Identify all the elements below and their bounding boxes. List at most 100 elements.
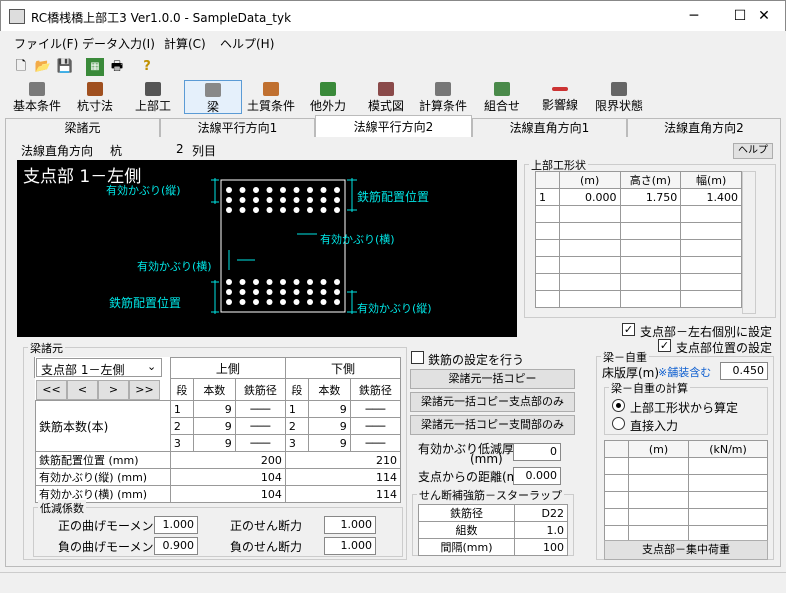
count-cell[interactable]: 9	[192, 400, 236, 418]
diameter-cell[interactable]: ───	[234, 417, 286, 435]
toolbar-label: 上部工	[134, 99, 171, 113]
toolbar-basic-conditions[interactable]: 基本条件	[10, 80, 64, 114]
rebar-table: 上側 下側 段本数 鉄筋径段本数 鉄筋径 鉄筋本数(本) 1 9 ─── 1 9 ─── 2 9 ──…	[35, 357, 402, 503]
neg-moment-input[interactable]: 0.900	[154, 537, 198, 555]
count-cell[interactable]: 9	[192, 417, 236, 435]
toolbar-combination[interactable]: 組合せ	[482, 80, 522, 114]
diameter-cell[interactable]: ───	[234, 400, 286, 418]
dan-cell: 2	[169, 417, 194, 435]
rebar-dot	[320, 187, 327, 193]
upper-shape-scrollbar[interactable]	[742, 171, 756, 314]
influence-line-icon	[552, 87, 568, 91]
position-setting-checkbox[interactable]: ✓	[658, 339, 671, 352]
neg-shear-input[interactable]: 1.000	[324, 537, 376, 555]
upper-shape-cell[interactable]: 1.750	[619, 188, 682, 206]
toolbar-label: 他外力	[309, 99, 346, 113]
count-cell[interactable]: 9	[192, 434, 236, 452]
shape-radio[interactable]	[612, 399, 625, 412]
menu-data-input[interactable]: データ入力(I)	[82, 35, 155, 52]
param-upper-value[interactable]: 104	[169, 485, 286, 503]
cover-reduction-input[interactable]: 0	[513, 443, 561, 461]
param-lower-value[interactable]: 210	[284, 451, 402, 469]
toolbar-external-force[interactable]: 他外力	[306, 80, 350, 114]
close-button[interactable]: ✕	[741, 1, 786, 31]
count-cell[interactable]: 9	[307, 400, 351, 418]
rebar-dot	[239, 299, 246, 305]
stirrup-label: 鉄筋径	[418, 504, 515, 522]
slab-thickness-input[interactable]: 0.450	[720, 362, 768, 380]
location-select-box[interactable]: 支点部 1－左側 ⌄	[36, 358, 162, 377]
pos-shear-input[interactable]: 1.000	[324, 516, 376, 534]
calc-conditions-icon	[435, 82, 451, 96]
upper-shape-cell[interactable]: 0.000	[558, 188, 621, 206]
help-button[interactable]: ヘルプ	[733, 143, 773, 159]
print-icon[interactable]: 🖶	[108, 58, 126, 76]
pos-moment-input[interactable]: 1.000	[154, 516, 198, 534]
diameter-cell[interactable]: ───	[349, 417, 402, 435]
rebar-dot	[307, 197, 313, 203]
stirrup-value[interactable]: 1.0	[514, 521, 568, 539]
toolbar-soil[interactable]: 土質条件	[244, 80, 298, 114]
toolbar-pile-size[interactable]: 杭寸法	[72, 80, 118, 114]
stirrup-value[interactable]: 100	[514, 538, 568, 556]
new-file-icon[interactable]: 🗋	[12, 58, 30, 76]
menu-help[interactable]: ヘルプ(H)	[220, 35, 274, 52]
rebar-dot	[293, 197, 300, 203]
nav-first-btn[interactable]: <<	[36, 380, 67, 400]
slab-label: 床版厚(m)	[602, 366, 660, 380]
upper-shape-cell[interactable]: 1.400	[680, 188, 742, 206]
menu-file[interactable]: ファイル(F)	[14, 35, 78, 52]
param-lower-value[interactable]: 114	[284, 468, 402, 486]
toolbar-superstructure[interactable]: 上部工	[132, 80, 174, 114]
toolbar-label: 計算条件	[418, 99, 467, 113]
soil-icon	[263, 82, 279, 96]
nav-next-btn[interactable]: >	[98, 380, 129, 400]
help-icon[interactable]: ?	[138, 58, 156, 76]
diameter-cell[interactable]: ───	[234, 434, 286, 452]
upper-shape-table[interactable]: (m) 高さ(m) 幅(m) 1 0.000 1.750 1.400	[535, 171, 742, 308]
copy-support-button[interactable]: 梁諸元一括コピー支点部のみ	[410, 392, 575, 412]
minimize-button[interactable]: ─	[671, 1, 717, 31]
tab-strip: 梁諸元 法線平行方向1 法線平行方向2 法線直角方向1 法線直角方向2	[0, 115, 786, 138]
rebar-setting-checkbox[interactable]	[411, 351, 424, 364]
menu-calc[interactable]: 計算(C)	[164, 35, 206, 52]
rebar-dot	[253, 207, 259, 213]
rebar-dot	[239, 289, 246, 295]
toolbar-calc-conditions[interactable]: 計算条件	[416, 80, 470, 114]
param-lower-value[interactable]: 114	[284, 485, 402, 503]
tab-perpendicular-2[interactable]: 法線直角方向2	[627, 118, 781, 138]
calc-icon[interactable]: ▦	[86, 58, 104, 76]
nav-last-btn[interactable]: >>	[129, 380, 160, 400]
rebar-dot	[334, 207, 340, 213]
copy-span-button[interactable]: 梁諸元一括コピー支間部のみ	[410, 415, 575, 435]
direct-radio[interactable]	[612, 417, 625, 430]
rebar-dot	[293, 289, 300, 295]
copy-all-button[interactable]: 梁諸元一括コピー	[410, 369, 575, 389]
lr-individual-checkbox[interactable]: ✓	[622, 323, 635, 336]
tab-perpendicular-1[interactable]: 法線直角方向1	[472, 118, 627, 138]
diameter-cell[interactable]: ───	[349, 434, 402, 452]
tab-beam-specs[interactable]: 梁諸元	[5, 118, 160, 138]
count-cell[interactable]: 9	[307, 417, 351, 435]
tab-parallel-1[interactable]: 法線平行方向1	[160, 118, 315, 138]
support-distance-input[interactable]: 0.000	[513, 467, 561, 485]
toolbar-limit-state[interactable]: 限界状態	[592, 80, 646, 114]
stirrup-label: 間隔(mm)	[418, 538, 515, 556]
rebar-dot	[293, 299, 300, 305]
toolbar-schematic[interactable]: 模式図	[364, 80, 408, 114]
param-upper-value[interactable]: 200	[169, 451, 286, 469]
open-folder-icon[interactable]: 📂	[34, 58, 52, 76]
toolbar-label: 限界状態	[594, 99, 643, 113]
diameter-cell[interactable]: ───	[349, 400, 402, 418]
save-icon[interactable]: 💾	[56, 58, 74, 76]
toolbar-beam[interactable]: 梁	[184, 80, 242, 114]
column-number: 2	[176, 142, 184, 156]
stirrup-value[interactable]: D22	[514, 504, 568, 522]
toolbar-influence-line[interactable]: 影響線	[538, 80, 582, 114]
param-upper-value[interactable]: 104	[169, 468, 286, 486]
nav-prev-btn[interactable]: <	[67, 380, 98, 400]
concentrated-load-button[interactable]: 支点部－集中荷重	[604, 540, 768, 560]
count-cell[interactable]: 9	[307, 434, 351, 452]
tab-parallel-2[interactable]: 法線平行方向2	[315, 115, 472, 138]
self-weight-table[interactable]: (m) (kN/m)	[604, 440, 768, 543]
